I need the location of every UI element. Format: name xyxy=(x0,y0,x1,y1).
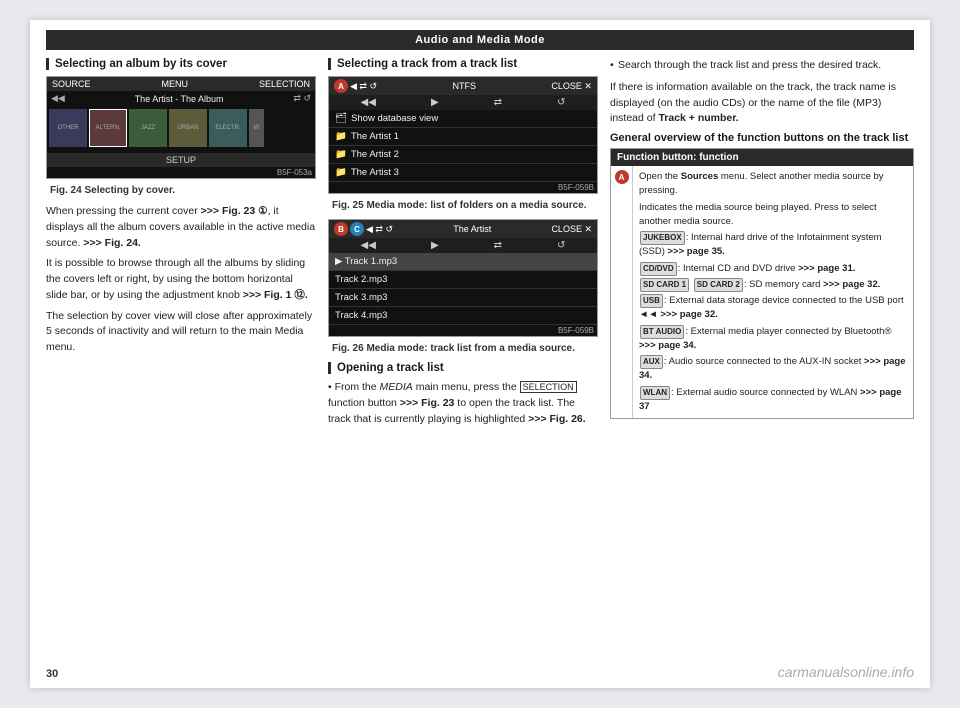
album-cover-3[interactable]: JAZZ xyxy=(129,109,167,147)
screen1-source: SOURCE xyxy=(52,79,91,89)
screen3-list: ▶ Track 1.mp3 Track 2.mp3 Track 3.mp3 Tr… xyxy=(329,253,597,325)
track-item-2[interactable]: Track 2.mp3 xyxy=(329,271,597,289)
header-title: Audio and Media Mode xyxy=(415,34,545,46)
content-area: Selecting an album by its cover SOURCE M… xyxy=(46,58,914,432)
middle-section-title: Selecting a track from a track list xyxy=(328,58,598,70)
header-bar: Audio and Media Mode xyxy=(46,30,914,50)
page-number: 30 xyxy=(46,668,58,680)
function-table: Function button: function A Open the Sou… xyxy=(610,148,914,419)
screen2-icons: ◀◀ ▶ ⇄ ↺ xyxy=(329,95,597,110)
badge-c: C xyxy=(350,222,364,236)
screen3-artist: The Artist xyxy=(453,224,491,234)
body-para-3: The selection by cover view will close a… xyxy=(46,309,316,356)
screen3: B C ◀ ⇄ ↺ The Artist CLOSE ✕ ◀◀ ▶ ⇄ ↺ ▶ … xyxy=(328,219,598,337)
screen1-selection: SELECTION xyxy=(259,79,310,89)
list-item-1[interactable]: 📁 The Artist 1 xyxy=(329,128,597,146)
screen3-icons: ◀◀ ▶ ⇄ ↺ xyxy=(329,238,597,253)
info-text: If there is information available on the… xyxy=(610,80,914,127)
album-cover-5[interactable]: ELECTR. xyxy=(209,109,247,147)
track-item-4[interactable]: Track 4.mp3 xyxy=(329,307,597,325)
screen1-caption: Fig. 24 Selecting by cover. xyxy=(46,183,316,198)
body-para-1: When pressing the current cover >>> Fig.… xyxy=(46,204,316,251)
function-row-a: A Open the Sources menu. Select another … xyxy=(611,166,913,418)
screen3-close[interactable]: CLOSE ✕ xyxy=(551,224,592,235)
opening-text: • From the MEDIA main menu, press the SE… xyxy=(328,380,598,427)
screen1-setup: SETUP xyxy=(47,153,315,167)
watermark: carmanualsonline.info xyxy=(778,664,914,680)
badge-b: B xyxy=(334,222,348,236)
screen1-menu: MENU xyxy=(162,79,189,89)
album-cover-6[interactable]: W xyxy=(249,109,264,147)
list-item-3[interactable]: 📁 The Artist 3 xyxy=(329,164,597,182)
opening-title: Opening a track list xyxy=(328,362,598,374)
right-section-heading: General overview of the function buttons… xyxy=(610,132,914,144)
function-table-header: Function button: function xyxy=(611,149,913,166)
screen1-code: B5F-053a xyxy=(47,167,315,178)
screen1: SOURCE MENU SELECTION ◀◀ The Artist - Th… xyxy=(46,76,316,179)
screen2-list: 🗂 Show database view 📁 The Artist 1 📁 Th… xyxy=(329,110,597,182)
left-column: Selecting an album by its cover SOURCE M… xyxy=(46,58,316,432)
screen3-caption: Fig. 26 Media mode: track list from a me… xyxy=(328,341,598,356)
album-cover-2[interactable]: ALTERN. xyxy=(89,109,127,147)
badge-a-table: A xyxy=(615,170,629,184)
list-item-2[interactable]: 📁 The Artist 2 xyxy=(329,146,597,164)
bullet-search: Search through the track list and press … xyxy=(610,58,914,74)
page: Audio and Media Mode Selecting an album … xyxy=(30,20,930,688)
screen3-bar: B C ◀ ⇄ ↺ The Artist CLOSE ✕ xyxy=(329,220,597,238)
screen2: A ◀ ⇄ ↺ NTFS CLOSE ✕ ◀◀ ▶ ⇄ ↺ 🗂 Show dat… xyxy=(328,76,598,194)
badge-a-screen2: A xyxy=(334,79,348,93)
left-section-title: Selecting an album by its cover xyxy=(46,58,316,70)
screen3-code: B5F-059B xyxy=(329,325,597,336)
right-column: Search through the track list and press … xyxy=(610,58,914,432)
screen2-caption: Fig. 25 Media mode: list of folders on a… xyxy=(328,198,598,213)
track-item-1[interactable]: ▶ Track 1.mp3 xyxy=(329,253,597,271)
body-para-2: It is possible to browse through all the… xyxy=(46,256,316,303)
middle-column: Selecting a track from a track list A ◀ … xyxy=(328,58,598,432)
screen2-code: B5F-059B xyxy=(329,182,597,193)
album-cover-4[interactable]: URBAN xyxy=(169,109,207,147)
screen2-bar: A ◀ ⇄ ↺ NTFS CLOSE ✕ xyxy=(329,77,597,95)
list-item-0[interactable]: 🗂 Show database view xyxy=(329,110,597,128)
track-item-3[interactable]: Track 3.mp3 xyxy=(329,289,597,307)
screen1-track-info: The Artist - The Album xyxy=(69,94,290,104)
screen2-close[interactable]: CLOSE ✕ xyxy=(551,81,592,92)
screen1-bar: SOURCE MENU SELECTION xyxy=(47,77,315,91)
func-text-a: Open the Sources menu. Select another me… xyxy=(633,166,913,418)
badge-col-a: A xyxy=(611,166,633,418)
screen2-ntfs: NTFS xyxy=(452,81,476,91)
album-cover-1[interactable]: OTHER xyxy=(49,109,87,147)
